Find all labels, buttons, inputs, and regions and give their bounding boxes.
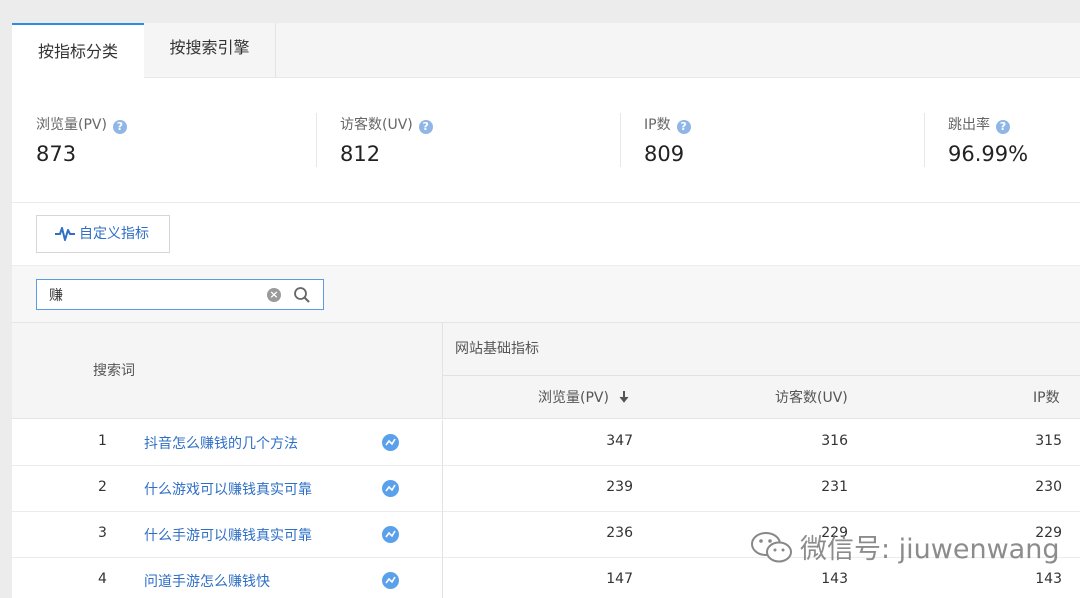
help-icon[interactable]: ? (676, 120, 691, 134)
custom-metrics-button[interactable]: 自定义指标 (36, 215, 170, 253)
uv-cell: 143 (821, 571, 848, 587)
pulse-icon (55, 227, 75, 241)
search-bar: × (12, 265, 1080, 322)
uv-cell: 231 (821, 479, 848, 495)
row-index: 2 (98, 479, 107, 495)
help-icon[interactable]: ? (418, 120, 433, 134)
divider (442, 323, 443, 419)
stat-pv: 浏览量(PV)? 873 (12, 79, 316, 203)
watermark-text: 微信号: jiuwenwang (800, 534, 1060, 565)
help-icon[interactable]: ? (996, 120, 1010, 134)
pv-cell: 236 (606, 525, 633, 541)
stat-bounce-rate: 跳出率? 96.99% (924, 79, 1080, 203)
trend-icon[interactable] (382, 480, 399, 497)
keyword-link[interactable]: 问道手游怎么赚钱快 (144, 571, 270, 591)
trend-icon[interactable] (382, 526, 399, 543)
stat-pv-label: 浏览量(PV) (36, 117, 107, 133)
search-icon[interactable] (293, 286, 311, 304)
wechat-icon (751, 532, 792, 563)
sort-desc-icon[interactable] (619, 391, 629, 404)
stat-ip-value: 809 (644, 142, 685, 166)
tab-by-metric[interactable]: 按指标分类 (12, 23, 144, 79)
ip-cell: 230 (1035, 479, 1062, 495)
pv-cell: 347 (606, 433, 633, 449)
table-row: 2 什么游戏可以赚钱真实可靠 239 231 230 (12, 466, 1080, 512)
divider (442, 420, 443, 466)
row-index: 3 (98, 525, 107, 541)
uv-column-header[interactable]: 访客数(UV) (775, 387, 848, 407)
analytics-panel: 按指标分类 按搜索引擎 浏览量(PV)? 873 访客数(UV)? 812 IP… (12, 23, 1080, 598)
stat-bounce-label: 跳出率 (948, 117, 990, 133)
table-header: 搜索词 网站基础指标 浏览量(PV) 访客数(UV) IP数 (12, 322, 1080, 419)
stat-ip: IP数? 809 (620, 79, 924, 203)
divider (443, 375, 1080, 376)
pv-cell: 239 (606, 479, 633, 495)
stat-uv-label: 访客数(UV) (340, 117, 413, 133)
stat-ip-label: IP数 (644, 117, 671, 133)
tab-by-search-engine[interactable]: 按搜索引擎 (144, 23, 276, 78)
pv-column-label: 浏览量(PV) (538, 390, 609, 406)
search-box: × (36, 279, 324, 310)
stats-summary: 浏览量(PV)? 873 访客数(UV)? 812 IP数? 809 跳出率? … (12, 79, 1080, 203)
clear-icon[interactable]: × (267, 288, 281, 302)
divider (442, 558, 443, 598)
ip-cell: 143 (1035, 571, 1062, 587)
divider (442, 512, 443, 558)
divider (442, 466, 443, 512)
stat-bounce-value: 96.99% (948, 142, 1029, 166)
table-row: 1 抖音怎么赚钱的几个方法 347 316 315 (12, 420, 1080, 466)
stat-uv-value: 812 (340, 142, 381, 166)
stat-uv: 访客数(UV)? 812 (316, 79, 620, 203)
metric-group-header: 网站基础指标 (455, 341, 539, 357)
uv-cell: 316 (821, 433, 848, 449)
keyword-link[interactable]: 什么手游可以赚钱真实可靠 (144, 525, 312, 545)
row-index: 4 (98, 571, 107, 587)
keyword-search-input[interactable] (49, 284, 249, 305)
pv-column-header[interactable]: 浏览量(PV) (538, 387, 629, 407)
help-icon[interactable]: ? (112, 120, 127, 134)
trend-icon[interactable] (382, 572, 399, 589)
keyword-link[interactable]: 什么游戏可以赚钱真实可靠 (144, 479, 312, 499)
ip-cell: 315 (1035, 433, 1062, 449)
ip-column-header[interactable]: IP数 (1033, 387, 1060, 407)
tab-bar: 按指标分类 按搜索引擎 (12, 23, 1080, 79)
keyword-column-header: 搜索词 (93, 363, 135, 379)
row-index: 1 (98, 433, 107, 449)
custom-metrics-label: 自定义指标 (79, 226, 149, 242)
stat-pv-value: 873 (36, 142, 77, 166)
keyword-link[interactable]: 抖音怎么赚钱的几个方法 (144, 433, 298, 453)
trend-icon[interactable] (382, 434, 399, 451)
pv-cell: 147 (606, 571, 633, 587)
